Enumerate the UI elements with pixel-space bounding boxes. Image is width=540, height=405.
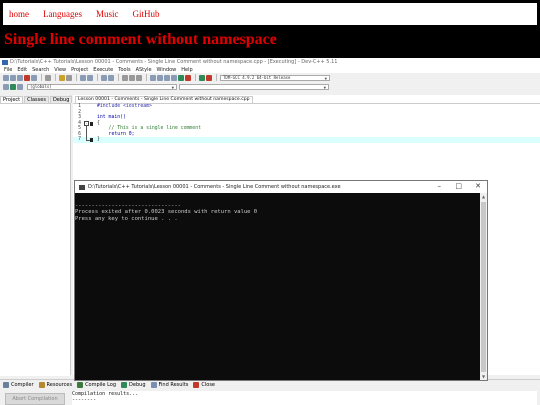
print-icon[interactable] [45, 74, 51, 81]
check-syntax-icon[interactable] [178, 74, 184, 81]
toolbar-divider [216, 74, 217, 81]
main-toolbar: TDM-GCC 4.9.2 64-bit Release ▼ [0, 73, 540, 82]
scroll-up-icon[interactable]: ▲ [480, 194, 487, 199]
bookmark-icon[interactable] [129, 74, 135, 81]
console-scrollbar[interactable]: ▲ ▼ [480, 193, 487, 380]
indent-icon[interactable] [101, 74, 107, 81]
ide-titlebar: D:\Tutorials\C++ Tutorials\Lesson 00001 … [0, 58, 540, 66]
toolbar-divider [118, 74, 119, 81]
menu-tools[interactable]: Tools [118, 67, 130, 73]
ide-title: D:\Tutorials\C++ Tutorials\Lesson 00001 … [10, 59, 338, 65]
nav-home-link[interactable]: home [9, 9, 29, 19]
chevron-down-icon: ▼ [171, 84, 174, 90]
tab-compiler[interactable]: Compiler [3, 382, 34, 388]
tab-debug[interactable]: Debug [49, 96, 73, 103]
replace-icon[interactable] [87, 74, 93, 81]
menu-bar: File Edit Search View Project Execute To… [0, 66, 540, 73]
menu-astyle[interactable]: AStyle [136, 67, 152, 73]
minimize-icon[interactable]: – [438, 183, 442, 190]
goto-icon[interactable] [122, 74, 128, 81]
nav-github-link[interactable]: GitHub [132, 9, 159, 19]
new-file-icon[interactable] [3, 74, 9, 81]
toolbar-divider [97, 74, 98, 81]
open-file-icon[interactable] [10, 74, 16, 81]
console-title: D:\Tutorials\C++ Tutorials\Lesson 00001 … [88, 184, 341, 190]
menu-project[interactable]: Project [71, 67, 88, 73]
tab-project[interactable]: Project [0, 96, 24, 103]
compiler-icon [3, 382, 9, 388]
scope-select[interactable]: (globals) ▼ [27, 83, 177, 90]
scope-select-value: (globals) [30, 84, 52, 89]
code-editor[interactable]: 1 #include <iostream> 2 3 int main() 4 − [73, 103, 540, 143]
nav-languages-link[interactable]: Languages [43, 9, 82, 19]
secondary-toolbar: (globals) ▼ ▼ [0, 82, 540, 91]
toolbar-divider [195, 74, 196, 81]
console-output: -------------------------------- Process… [75, 202, 258, 222]
undo-icon[interactable] [59, 74, 65, 81]
menu-help[interactable]: Help [181, 67, 192, 73]
redo-icon[interactable] [66, 74, 72, 81]
toolbar-divider [76, 74, 77, 81]
goto-function-icon[interactable] [10, 83, 16, 90]
scroll-thumb[interactable] [481, 202, 486, 372]
save-icon[interactable] [17, 74, 23, 81]
tab-resources[interactable]: Resources [38, 382, 73, 388]
left-panel: Project Classes Debug [0, 95, 73, 376]
fold-gutter [84, 136, 90, 143]
menu-window[interactable]: Window [157, 67, 177, 73]
page-title: Single line comment without namespace [4, 31, 277, 48]
left-panel-tabs: Project Classes Debug [0, 95, 73, 103]
function-select[interactable]: ▼ [179, 83, 329, 90]
menu-file[interactable]: File [4, 67, 12, 73]
console-window: D:\Tutorials\C++ Tutorials\Lesson 00001 … [74, 180, 488, 381]
menu-edit[interactable]: Edit [17, 67, 27, 73]
menu-view[interactable]: View [54, 67, 66, 73]
chevron-down-icon: ▼ [324, 75, 327, 81]
compile-run-icon[interactable] [164, 74, 170, 81]
close-file-icon[interactable] [31, 74, 37, 81]
change-marker [90, 138, 93, 142]
menu-execute[interactable]: Execute [93, 67, 113, 73]
class-browser-icon[interactable] [3, 83, 9, 90]
tab-classes[interactable]: Classes [24, 96, 49, 103]
console-titlebar: D:\Tutorials\C++ Tutorials\Lesson 00001 … [75, 181, 487, 193]
fold-end [86, 136, 90, 141]
code-line-current: 7 } [73, 136, 540, 143]
insert-icon[interactable] [17, 83, 23, 90]
run-icon[interactable] [157, 74, 163, 81]
change-marker [90, 121, 93, 126]
maximize-icon[interactable]: □ [455, 183, 462, 190]
tab-compiler-label: Compiler [11, 382, 34, 388]
resources-icon [38, 382, 45, 388]
find-icon[interactable] [80, 74, 86, 81]
chevron-down-icon: ▼ [323, 84, 326, 90]
scroll-down-icon[interactable]: ▼ [480, 374, 487, 379]
top-nav: home Languages Music GitHub [3, 3, 537, 25]
save-all-icon[interactable] [24, 74, 30, 81]
compiler-select-value: TDM-GCC 4.9.2 64-bit Release [223, 75, 291, 80]
compile-icon[interactable] [150, 74, 156, 81]
unindent-icon[interactable] [108, 74, 114, 81]
toolbar-divider [41, 74, 42, 81]
close-window-icon[interactable]: ✕ [475, 183, 481, 190]
chart-icon[interactable] [199, 74, 205, 81]
stop-icon[interactable] [185, 74, 191, 81]
devcpp-app-icon [2, 59, 8, 65]
profile-icon[interactable] [206, 74, 212, 81]
menu-search[interactable]: Search [32, 67, 49, 73]
toolbar-divider [146, 74, 147, 81]
console-app-icon [79, 184, 85, 190]
compiler-select[interactable]: TDM-GCC 4.9.2 64-bit Release ▼ [220, 74, 330, 81]
rebuild-icon[interactable] [171, 74, 177, 81]
nav-music-link[interactable]: Music [96, 9, 119, 19]
toolbar-divider [55, 74, 56, 81]
abort-compilation-button[interactable]: Abort Compilation [5, 393, 65, 405]
compile-log-output: Compilation results... -------- [72, 391, 537, 405]
toggle-comment-icon[interactable] [136, 74, 142, 81]
line-number: 7 [78, 137, 81, 142]
editor-tab[interactable]: Lesson 00001 - Comments - Single Line Co… [75, 96, 253, 103]
tab-resources-label: Resources [46, 382, 73, 388]
project-tree[interactable] [0, 103, 70, 376]
code-text: } [97, 137, 100, 142]
